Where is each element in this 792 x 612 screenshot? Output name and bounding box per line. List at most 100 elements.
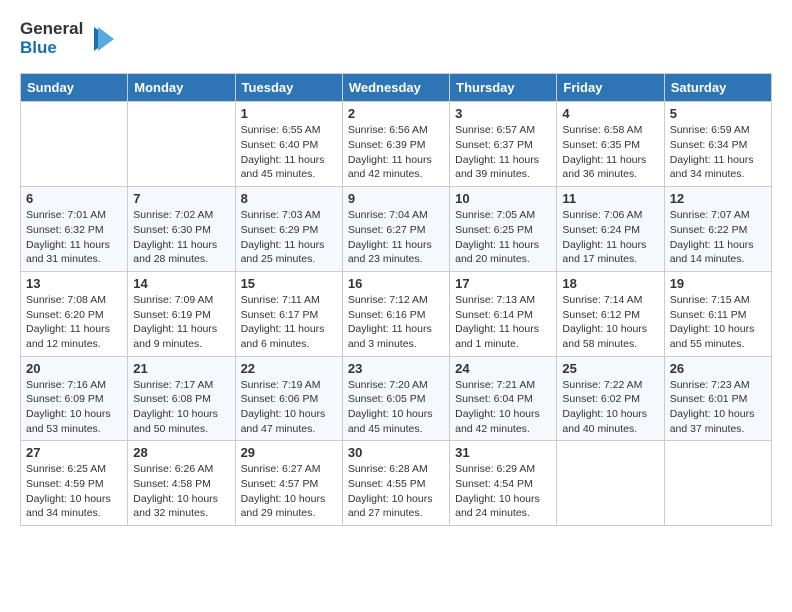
calendar-cell: 27 Sunrise: 6:25 AM Sunset: 4:59 PM Dayli… (21, 441, 128, 526)
day-number: 20 (26, 361, 122, 376)
day-info: Sunrise: 7:06 AM Sunset: 6:24 PM Dayligh… (562, 208, 658, 267)
day-number: 30 (348, 445, 444, 460)
calendar-cell: 18 Sunrise: 7:14 AM Sunset: 6:12 PM Dayli… (557, 271, 664, 356)
day-info: Sunrise: 6:56 AM Sunset: 6:39 PM Dayligh… (348, 123, 444, 182)
calendar-cell: 13Sunrise: 7:08 AM Sunset: 6:20 PM Dayli… (21, 271, 128, 356)
day-number: 24 (455, 361, 551, 376)
weekday-header: Monday (128, 74, 235, 102)
day-info: Sunrise: 6:58 AM Sunset: 6:35 PM Dayligh… (562, 123, 658, 182)
day-number: 7 (133, 191, 229, 206)
day-number: 6 (26, 191, 122, 206)
day-number: 31 (455, 445, 551, 460)
calendar-cell: 24 Sunrise: 7:21 AM Sunset: 6:04 PM Dayli… (450, 356, 557, 441)
logo-icon (86, 23, 118, 55)
day-number: 21 (133, 361, 229, 376)
calendar-week-row: 6 Sunrise: 7:01 AM Sunset: 6:32 PM Daylig… (21, 187, 772, 272)
day-number: 2 (348, 106, 444, 121)
day-info: Sunrise: 7:11 AM Sunset: 6:17 PM Dayligh… (241, 293, 337, 352)
day-info: Sunrise: 6:26 AM Sunset: 4:58 PM Dayligh… (133, 462, 229, 521)
calendar-cell: 29 Sunrise: 6:27 AM Sunset: 4:57 PM Dayli… (235, 441, 342, 526)
day-info: Sunrise: 7:23 AM Sunset: 6:01 PM Dayligh… (670, 378, 766, 437)
calendar-header-row: SundayMondayTuesdayWednesdayThursdayFrid… (21, 74, 772, 102)
calendar-cell: 28 Sunrise: 6:26 AM Sunset: 4:58 PM Dayli… (128, 441, 235, 526)
day-info: Sunrise: 7:12 AM Sunset: 6:16 PM Dayligh… (348, 293, 444, 352)
calendar-cell: 20 Sunrise: 7:16 AM Sunset: 6:09 PM Dayli… (21, 356, 128, 441)
day-info: Sunrise: 7:14 AM Sunset: 6:12 PM Dayligh… (562, 293, 658, 352)
calendar-cell: 12Sunrise: 7:07 AM Sunset: 6:22 PM Dayli… (664, 187, 771, 272)
calendar-cell: 3 Sunrise: 6:57 AM Sunset: 6:37 PM Daylig… (450, 102, 557, 187)
calendar-cell: 4 Sunrise: 6:58 AM Sunset: 6:35 PM Daylig… (557, 102, 664, 187)
day-number: 8 (241, 191, 337, 206)
day-number: 18 (562, 276, 658, 291)
calendar-cell: 8Sunrise: 7:03 AM Sunset: 6:29 PM Daylig… (235, 187, 342, 272)
day-info: Sunrise: 7:20 AM Sunset: 6:05 PM Dayligh… (348, 378, 444, 437)
weekday-header: Wednesday (342, 74, 449, 102)
calendar-cell: 14 Sunrise: 7:09 AM Sunset: 6:19 PM Dayli… (128, 271, 235, 356)
day-number: 22 (241, 361, 337, 376)
logo: General Blue (20, 20, 118, 57)
calendar-week-row: 27 Sunrise: 6:25 AM Sunset: 4:59 PM Dayli… (21, 441, 772, 526)
day-number: 17 (455, 276, 551, 291)
day-number: 28 (133, 445, 229, 460)
calendar-cell (557, 441, 664, 526)
calendar-cell: 21Sunrise: 7:17 AM Sunset: 6:08 PM Dayli… (128, 356, 235, 441)
day-info: Sunrise: 6:27 AM Sunset: 4:57 PM Dayligh… (241, 462, 337, 521)
day-info: Sunrise: 7:09 AM Sunset: 6:19 PM Dayligh… (133, 293, 229, 352)
day-info: Sunrise: 6:29 AM Sunset: 4:54 PM Dayligh… (455, 462, 551, 521)
calendar-cell: 5 Sunrise: 6:59 AM Sunset: 6:34 PM Daylig… (664, 102, 771, 187)
calendar-cell: 17 Sunrise: 7:13 AM Sunset: 6:14 PM Dayli… (450, 271, 557, 356)
calendar-week-row: 20 Sunrise: 7:16 AM Sunset: 6:09 PM Dayli… (21, 356, 772, 441)
day-info: Sunrise: 6:55 AM Sunset: 6:40 PM Dayligh… (241, 123, 337, 182)
calendar-cell (664, 441, 771, 526)
calendar-cell: 10Sunrise: 7:05 AM Sunset: 6:25 PM Dayli… (450, 187, 557, 272)
day-number: 4 (562, 106, 658, 121)
day-number: 27 (26, 445, 122, 460)
day-number: 15 (241, 276, 337, 291)
weekday-header: Friday (557, 74, 664, 102)
day-number: 16 (348, 276, 444, 291)
calendar-table: SundayMondayTuesdayWednesdayThursdayFrid… (20, 73, 772, 526)
day-info: Sunrise: 6:57 AM Sunset: 6:37 PM Dayligh… (455, 123, 551, 182)
calendar-cell: 30 Sunrise: 6:28 AM Sunset: 4:55 PM Dayli… (342, 441, 449, 526)
day-number: 14 (133, 276, 229, 291)
day-info: Sunrise: 7:02 AM Sunset: 6:30 PM Dayligh… (133, 208, 229, 267)
calendar-cell: 25 Sunrise: 7:22 AM Sunset: 6:02 PM Dayli… (557, 356, 664, 441)
day-info: Sunrise: 7:01 AM Sunset: 6:32 PM Dayligh… (26, 208, 122, 267)
day-number: 29 (241, 445, 337, 460)
day-info: Sunrise: 7:19 AM Sunset: 6:06 PM Dayligh… (241, 378, 337, 437)
day-info: Sunrise: 7:07 AM Sunset: 6:22 PM Dayligh… (670, 208, 766, 267)
day-info: Sunrise: 7:15 AM Sunset: 6:11 PM Dayligh… (670, 293, 766, 352)
day-info: Sunrise: 6:59 AM Sunset: 6:34 PM Dayligh… (670, 123, 766, 182)
calendar-cell: 19 Sunrise: 7:15 AM Sunset: 6:11 PM Dayli… (664, 271, 771, 356)
day-number: 25 (562, 361, 658, 376)
day-number: 3 (455, 106, 551, 121)
calendar-cell: 6 Sunrise: 7:01 AM Sunset: 6:32 PM Daylig… (21, 187, 128, 272)
calendar-cell: 22 Sunrise: 7:19 AM Sunset: 6:06 PM Dayli… (235, 356, 342, 441)
day-number: 13 (26, 276, 122, 291)
day-info: Sunrise: 7:22 AM Sunset: 6:02 PM Dayligh… (562, 378, 658, 437)
day-number: 19 (670, 276, 766, 291)
weekday-header: Sunday (21, 74, 128, 102)
day-info: Sunrise: 6:25 AM Sunset: 4:59 PM Dayligh… (26, 462, 122, 521)
calendar-cell: 15 Sunrise: 7:11 AM Sunset: 6:17 PM Dayli… (235, 271, 342, 356)
logo-general: General (20, 20, 83, 39)
calendar-cell: 7 Sunrise: 7:02 AM Sunset: 6:30 PM Daylig… (128, 187, 235, 272)
day-number: 5 (670, 106, 766, 121)
day-number: 23 (348, 361, 444, 376)
day-info: Sunrise: 7:04 AM Sunset: 6:27 PM Dayligh… (348, 208, 444, 267)
day-info: Sunrise: 7:13 AM Sunset: 6:14 PM Dayligh… (455, 293, 551, 352)
day-info: Sunrise: 7:21 AM Sunset: 6:04 PM Dayligh… (455, 378, 551, 437)
day-info: Sunrise: 6:28 AM Sunset: 4:55 PM Dayligh… (348, 462, 444, 521)
calendar-cell: 1 Sunrise: 6:55 AM Sunset: 6:40 PM Daylig… (235, 102, 342, 187)
day-number: 1 (241, 106, 337, 121)
page-header: General Blue (20, 20, 772, 57)
calendar-cell: 11Sunrise: 7:06 AM Sunset: 6:24 PM Dayli… (557, 187, 664, 272)
weekday-header: Thursday (450, 74, 557, 102)
day-info: Sunrise: 7:16 AM Sunset: 6:09 PM Dayligh… (26, 378, 122, 437)
calendar-cell: 2 Sunrise: 6:56 AM Sunset: 6:39 PM Daylig… (342, 102, 449, 187)
day-info: Sunrise: 7:05 AM Sunset: 6:25 PM Dayligh… (455, 208, 551, 267)
calendar-week-row: 13Sunrise: 7:08 AM Sunset: 6:20 PM Dayli… (21, 271, 772, 356)
calendar-cell: 9Sunrise: 7:04 AM Sunset: 6:27 PM Daylig… (342, 187, 449, 272)
calendar-week-row: 1 Sunrise: 6:55 AM Sunset: 6:40 PM Daylig… (21, 102, 772, 187)
calendar-cell (128, 102, 235, 187)
